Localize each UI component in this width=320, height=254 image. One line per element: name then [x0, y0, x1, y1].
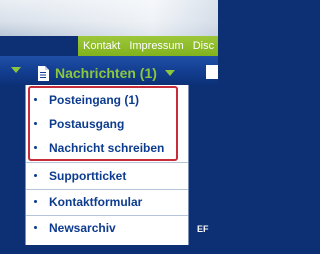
utility-link-impressum[interactable]: Impressum — [129, 40, 183, 52]
menu-item-postausgang[interactable]: Postausgang — [26, 112, 188, 136]
menu-item-posteingang[interactable]: Posteingang (1) — [26, 88, 188, 112]
nav-item-label: Nachrichten (1) — [55, 65, 157, 81]
bullet-icon — [34, 98, 37, 101]
utility-nav: Kontakt Impressum Disc — [78, 36, 218, 56]
menu-item-supportticket[interactable]: Supportticket — [26, 164, 188, 188]
document-icon[interactable] — [206, 65, 218, 79]
menu-item-kontaktformular[interactable]: Kontaktformular — [26, 190, 188, 214]
chevron-down-icon[interactable] — [11, 67, 21, 73]
menu-divider — [26, 162, 188, 163]
bullet-icon — [34, 146, 37, 149]
menu-item-newsarchiv[interactable]: Newsarchiv — [26, 216, 188, 240]
bullet-icon — [34, 226, 37, 229]
menu-item-nachricht-schreiben[interactable]: Nachricht schreiben — [26, 136, 188, 160]
nav-item-nachrichten[interactable]: Nachrichten (1) — [37, 61, 175, 85]
header-background — [0, 0, 218, 36]
utility-link-kontakt[interactable]: Kontakt — [83, 40, 120, 52]
bullet-icon — [34, 122, 37, 125]
nachrichten-dropdown-menu: Posteingang (1) Postausgang Nachricht sc… — [25, 85, 189, 245]
utility-link-disclaimer[interactable]: Disc — [193, 40, 214, 52]
bullet-icon — [34, 200, 37, 203]
document-icon — [37, 65, 49, 81]
partial-banner-text: EF — [197, 224, 209, 234]
bullet-icon — [34, 174, 37, 177]
chevron-down-icon — [164, 70, 175, 76]
